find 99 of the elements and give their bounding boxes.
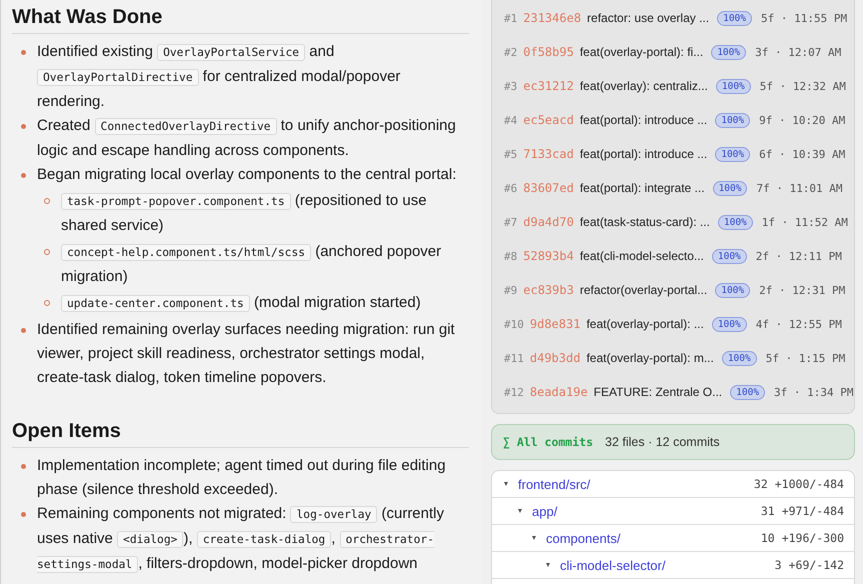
list-item-text: Began migrating local overlay components to the central portal: (37, 165, 458, 185)
bullet-icon (21, 50, 26, 55)
commit-number: #7 (504, 216, 518, 228)
folder-name[interactable]: app/ (532, 504, 761, 518)
commit-number: #4 (504, 114, 518, 126)
commit-message: feat(overlay-portal): m... (586, 351, 714, 365)
commit-meta: 3f · 1:34 PM (774, 386, 854, 398)
progress-badge: 100% (722, 350, 757, 366)
commit-meta: 7f · 11:01 AM (756, 182, 843, 194)
commit-hash[interactable]: ec839b3 (523, 283, 574, 297)
file-count: 10 (760, 531, 775, 545)
list-item-text: Implementation incomplete; agent timed out during file editing phase (silence threshold exceeded). (37, 456, 447, 500)
commit-hash[interactable]: 9d8e831 (530, 317, 580, 331)
file-count: 3 (774, 558, 782, 572)
commit-hash[interactable]: d49b3dd (530, 351, 580, 365)
expanded-caret-icon[interactable] (504, 482, 508, 486)
commit-hash[interactable]: ec5eacd (523, 113, 574, 127)
commit-message: feat(overlay-portal): ... (586, 317, 704, 331)
list-item-text: update-center.component.ts (modal migration started) (61, 291, 469, 316)
section-heading: Open Items (12, 420, 469, 448)
commit-number: #3 (504, 80, 518, 92)
commit-number: #5 (504, 148, 518, 160)
commit-number: #2 (504, 46, 518, 58)
expanded-caret-icon[interactable] (532, 536, 536, 540)
progress-badge: 100% (718, 214, 753, 230)
list-item-text: task-prompt-popover.component.ts (repositioned to use shared service) (61, 191, 428, 236)
bullet-icon (21, 464, 26, 469)
progress-badge: 100% (715, 282, 750, 298)
file-count: 31 (760, 504, 775, 518)
commit-meta: 2f · 12:11 PM (756, 250, 842, 262)
commit-meta: 1f · 11:52 AM (762, 216, 848, 228)
commit-message: FEATURE: Zentrale O... (594, 385, 722, 399)
commit-hash[interactable]: 52893b4 (523, 249, 574, 263)
commit-meta: 6f · 10:39 AM (759, 148, 846, 160)
progress-badge: 100% (712, 316, 747, 332)
commit-message: feat(overlay-portal): fi... (580, 45, 704, 59)
commit-meta: 2f · 12:31 PM (759, 284, 846, 296)
commit-number: #9 (504, 284, 518, 296)
commit-number: #10 (504, 318, 524, 330)
commit-hash[interactable]: 83607ed (523, 181, 574, 195)
commit-message: feat(portal): introduce ... (580, 147, 708, 161)
commit-message: feat(portal): integrate ... (580, 181, 705, 195)
progress-badge: 100% (712, 248, 747, 264)
progress-badge: 100% (717, 10, 752, 26)
circle-bullet-icon (44, 198, 50, 204)
commit-totals: 32 files · 12 commits (605, 435, 720, 449)
line-diff: +196/-300 (782, 531, 844, 545)
commit-number: #1 (504, 12, 518, 24)
bullet-icon (21, 512, 26, 517)
list-item-text: Created ConnectedOverlayDirective to unify anchor-positioning logic and escape handling across components. (37, 116, 457, 161)
all-commits-label: ∑ All commits (503, 435, 594, 449)
commit-meta: 5f · 11:55 PM (761, 12, 848, 24)
expanded-caret-icon[interactable] (546, 563, 550, 567)
commit-hash[interactable]: d9a4d70 (523, 215, 574, 229)
commit-hash[interactable]: 7133cad (523, 147, 574, 161)
commit-message: refactor: use overlay ... (587, 11, 710, 25)
circle-bullet-icon (44, 249, 50, 255)
commit-meta: 5f · 12:32 AM (760, 80, 846, 92)
expanded-caret-icon[interactable] (518, 509, 522, 513)
folder-name[interactable]: components/ (546, 530, 761, 546)
list-item-text: Identified remaining overlay surfaces needing migration: run git viewer, project skill readiness, orchestrator settings modal, create-task dialog, token timeline popovers. (37, 320, 456, 388)
commit-message: feat(cli-model-selecto... (580, 249, 704, 263)
commit-meta: 4f · 12:55 PM (756, 318, 842, 330)
line-diff: +1000/-484 (774, 477, 844, 491)
folder-name[interactable]: frontend/src/ (518, 476, 754, 492)
commit-hash[interactable]: 231346e8 (523, 11, 582, 25)
line-diff: +971/-484 (782, 504, 844, 518)
circle-bullet-icon (44, 300, 50, 306)
folder-name[interactable]: cli-model-selector/ (560, 558, 775, 572)
commit-meta: 9f · 10:20 AM (759, 114, 846, 126)
progress-badge: 100% (730, 384, 766, 400)
line-diff: +69/-142 (788, 558, 844, 572)
progress-badge: 100% (715, 146, 750, 162)
list-item-text: Remaining components not migrated: log-overlay (currently uses native <dialog> ), create-task-dialog , orchestrator-settings-modal , filters-dropdown, model-picker dropdown (37, 504, 445, 575)
commit-number: #12 (504, 386, 524, 398)
commit-meta: 3f · 12:07 AM (755, 46, 842, 58)
commit-message: refactor(overlay-portal... (580, 283, 708, 297)
all-commits-bar[interactable]: ∑ All commits 32 files · 12 commits (491, 424, 855, 460)
progress-badge: 100% (711, 44, 746, 60)
list-item-text: concept-help.component.ts/html/scss (anchored popover migration) (61, 242, 442, 287)
progress-badge: 100% (716, 78, 751, 94)
file-count: 32 (754, 477, 768, 491)
commit-hash[interactable]: 8eada19e (530, 385, 588, 399)
commit-number: #11 (504, 352, 524, 364)
progress-badge: 100% (715, 112, 750, 128)
commit-message: feat(portal): introduce ... (580, 113, 708, 127)
bullet-icon (21, 124, 26, 129)
section-heading: What Was Done (12, 6, 469, 34)
commit-meta: 5f · 1:15 PM (766, 352, 846, 364)
commit-number: #8 (504, 250, 518, 262)
commit-message: feat(overlay): centraliz... (580, 79, 708, 93)
commit-number: #6 (504, 182, 518, 194)
bullet-icon (21, 328, 26, 333)
bullet-icon (21, 173, 26, 178)
list-item-text: Identified existing OverlayPortalService and OverlayPortalDirective for centralized modal/popover rendering. (37, 42, 402, 112)
commit-hash[interactable]: ec31212 (523, 79, 574, 93)
progress-badge: 100% (712, 180, 748, 196)
commit-hash[interactable]: 0f58b95 (523, 45, 574, 59)
commit-message: feat(task-status-card): ... (580, 215, 710, 229)
